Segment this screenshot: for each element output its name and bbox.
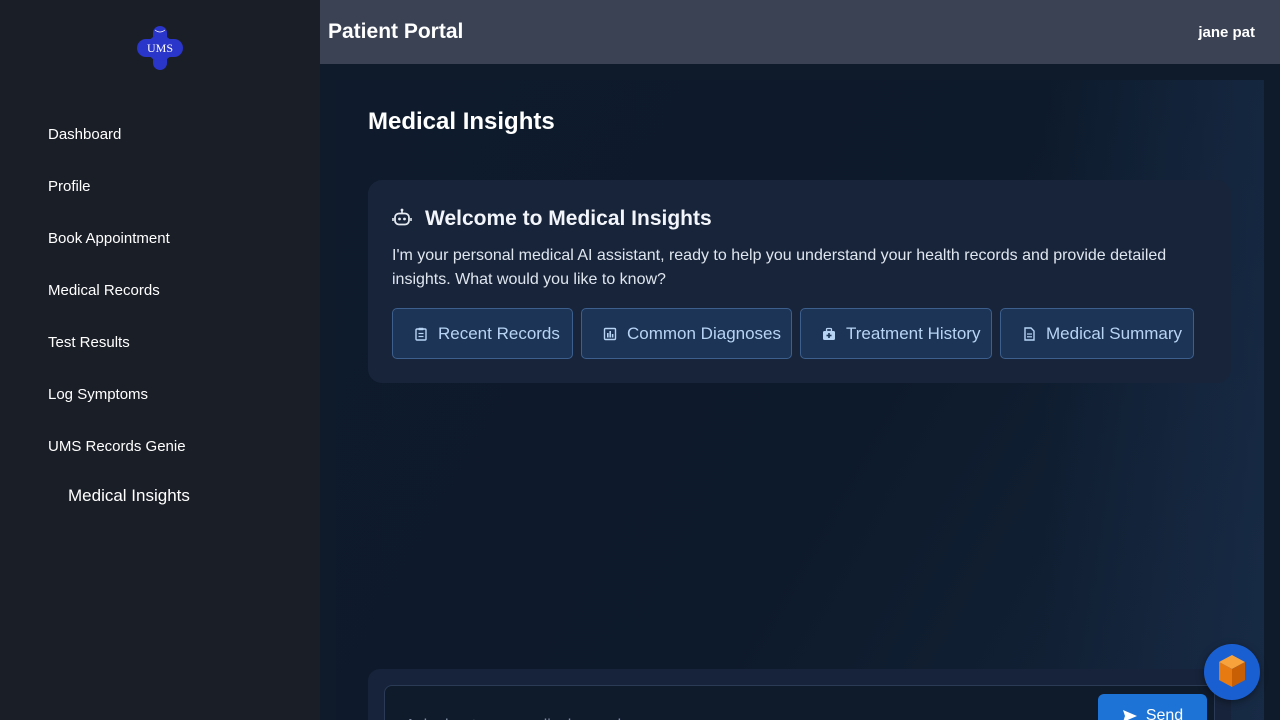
- common-diagnoses-label: Common Diagnoses: [627, 323, 782, 343]
- cube-icon: [1219, 655, 1245, 687]
- portal-title: Patient Portal: [328, 20, 464, 43]
- medical-kit-icon: [823, 327, 835, 340]
- sidebar-item-profile[interactable]: Profile: [48, 178, 91, 195]
- sidebar-item-book-appointment[interactable]: Book Appointment: [48, 230, 170, 247]
- ums-logo[interactable]: UMS: [135, 24, 185, 72]
- medical-summary-label: Medical Summary: [1046, 323, 1183, 343]
- sidebar-item-medical-records[interactable]: Medical Records: [48, 282, 160, 299]
- logo-text: UMS: [147, 41, 173, 55]
- robot-icon: [392, 208, 412, 226]
- sidebar-item-test-results[interactable]: Test Results: [48, 334, 130, 351]
- send-label: Send: [1145, 707, 1184, 720]
- welcome-card: Welcome to Medical Insights I'm your per…: [368, 180, 1231, 383]
- treatment-history-label: Treatment History: [846, 323, 981, 343]
- assistant-fab-button[interactable]: [1204, 644, 1260, 700]
- send-button[interactable]: Send: [1098, 694, 1207, 720]
- send-icon: [1122, 710, 1137, 720]
- recent-records-button[interactable]: Recent Records: [392, 308, 573, 359]
- bar-chart-icon: [603, 327, 617, 340]
- sidebar-item-log-symptoms[interactable]: Log Symptoms: [48, 386, 148, 403]
- page-title: Medical Insights: [368, 108, 555, 135]
- treatment-history-button[interactable]: Treatment History: [800, 308, 992, 359]
- sidebar: UMS Dashboard Profile Book Appointment M…: [0, 0, 320, 720]
- sidebar-item-dashboard[interactable]: Dashboard: [48, 126, 121, 143]
- welcome-text: I'm your personal medical AI assistant, …: [392, 247, 1167, 288]
- recent-records-label: Recent Records: [438, 323, 560, 343]
- chat-input-panel: Send: [368, 669, 1231, 720]
- top-bar: Patient Portal jane pat: [320, 0, 1280, 64]
- sidebar-item-ums-records-genie[interactable]: UMS Records Genie: [48, 438, 186, 455]
- main-content: Medical Insights Welcome to Medical Insi…: [336, 80, 1264, 720]
- chat-input[interactable]: [384, 685, 1215, 720]
- common-diagnoses-button[interactable]: Common Diagnoses: [581, 308, 792, 359]
- user-menu[interactable]: jane pat: [1198, 24, 1255, 41]
- medical-summary-button[interactable]: Medical Summary: [1000, 308, 1194, 359]
- document-icon: [1024, 326, 1035, 341]
- sidebar-item-medical-insights[interactable]: Medical Insights: [68, 486, 190, 506]
- welcome-title: Welcome to Medical Insights: [425, 207, 712, 230]
- clipboard-icon: [415, 327, 427, 341]
